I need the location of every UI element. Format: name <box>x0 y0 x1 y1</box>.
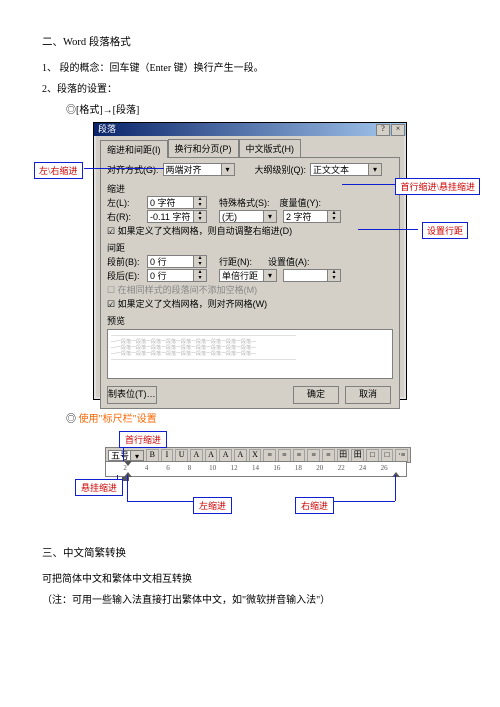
auto-right-indent-checkbox[interactable]: 如果定义了文档网格，则自动调整右缩进(D) <box>107 224 292 237</box>
callout-first-hang-indent: 首行缩进\悬挂缩进 <box>395 178 480 195</box>
special-select[interactable]: (无)▾ <box>219 210 277 223</box>
preview-label: 预览 <box>107 314 393 327</box>
tab-chinese-layout[interactable]: 中文版式(H) <box>239 139 302 157</box>
ruler-tick: 20 <box>316 464 323 472</box>
after-spin[interactable]: 0 行 ▴▾ <box>147 269 207 282</box>
section-2-heading: 二、Word 段落格式 <box>42 34 458 49</box>
font-button[interactable]: A <box>205 449 218 462</box>
ruler-screenshot: 五号▾ B I U A A A A X ≡ ≡ ≡ ≡ ≡ 田 田 □ □ ·≡… <box>75 431 425 521</box>
spacing-group-label: 间距 <box>107 241 393 254</box>
first-line-indent-marker[interactable] <box>124 461 132 466</box>
ok-button[interactable]: 确定 <box>293 386 339 404</box>
dialog-titlebar: 段落 ? × <box>94 123 406 136</box>
spinner-icon: ▴▾ <box>193 211 206 222</box>
chevron-down-icon: ▾ <box>263 211 276 222</box>
chevron-down-icon: ▾ <box>368 164 381 175</box>
font-size-select[interactable]: 五号▾ <box>108 450 144 461</box>
tabs-button[interactable]: 制表位(T)… <box>107 386 157 404</box>
section-3-heading: 三、中文简繁转换 <box>42 545 458 560</box>
right-indent-marker[interactable] <box>392 472 400 477</box>
callout-line-spacing: 设置行距 <box>422 222 468 239</box>
callout-first-line-indent: 首行缩进 <box>119 431 167 448</box>
outline-label: 大纲级别(Q): <box>255 163 307 176</box>
convert-desc: 可把简体中文和繁体中文相互转换 <box>42 570 458 585</box>
setat-label: 设置值(A): <box>268 255 310 268</box>
settings-line: 2、段落的设置： <box>42 80 458 95</box>
dialog-title: 段落 <box>98 124 116 134</box>
before-spin[interactable]: 0 行 ▴▾ <box>147 255 207 268</box>
align-to-grid-checkbox[interactable]: 如果定义了文档网格，则对齐网格(W) <box>107 297 267 310</box>
tab-indent-spacing[interactable]: 缩进和间距(I) <box>100 140 168 158</box>
convert-note: （注：可用一些输入法直接打出繁体中文，如"微软拼音输入法"） <box>42 591 458 606</box>
spinner-icon: ▴▾ <box>193 197 206 208</box>
chevron-down-icon: ▾ <box>221 164 234 175</box>
align-right-button[interactable]: ≡ <box>293 449 306 462</box>
ruler-tick: 14 <box>252 464 259 472</box>
strike-button[interactable]: X <box>249 449 262 462</box>
ruler-tick: 4 <box>145 464 149 472</box>
right-indent-spin[interactable]: -0.11 字符 ▴▾ <box>147 210 207 223</box>
paragraph-dialog-screenshot: 段落 ? × 缩进和间距(I) 换行和分页(P) 中文版式(H) 对齐方式(G)… <box>93 122 407 400</box>
no-space-same-style-checkbox[interactable]: 在相同样式的段落间不添加空格(M) <box>107 283 257 296</box>
bullet-ruler-setting: ◎ 使用"标尺栏"设置 <box>66 410 458 425</box>
fontcolor-button[interactable]: □ <box>381 449 394 462</box>
ruler-tick: 18 <box>295 464 302 472</box>
ruler-tick: 16 <box>273 464 280 472</box>
left-indent-label: 左(L): <box>107 196 147 209</box>
bold-button[interactable]: B <box>146 449 159 462</box>
align-left-button[interactable]: ≡ <box>263 449 276 462</box>
ruler-tick: 6 <box>166 464 170 472</box>
setat-spin[interactable]: ▴▾ <box>283 269 341 282</box>
spinner-icon: ▴▾ <box>193 256 206 267</box>
align-justify-button[interactable]: ≡ <box>307 449 320 462</box>
measure-label: 度量值(Y): <box>280 196 322 209</box>
ruler-tick: 24 <box>359 464 366 472</box>
alignment-select[interactable]: 两端对齐▾ <box>163 163 235 176</box>
underline-button[interactable]: U <box>175 449 188 462</box>
preview-box: ————————————————————————————————————— —一… <box>107 329 393 379</box>
list-button[interactable]: ·≡ <box>395 449 408 462</box>
chevron-down-icon: ▾ <box>130 451 143 460</box>
measure-spin[interactable]: 2 字符 ▴▾ <box>283 210 341 223</box>
border-button[interactable]: 田 <box>351 449 364 462</box>
close-icon[interactable]: × <box>391 124 405 136</box>
ruler-tick: 8 <box>188 464 192 472</box>
ruler-tick: 10 <box>209 464 216 472</box>
callout-left-right-indent: 左\右缩进 <box>34 162 83 179</box>
line-spacing-button[interactable]: ≡ <box>322 449 335 462</box>
ruler-tick: 26 <box>381 464 388 472</box>
font-button[interactable]: A <box>219 449 232 462</box>
callout-right-indent: 右缩进 <box>295 497 334 514</box>
highlight-button[interactable]: □ <box>366 449 379 462</box>
special-label: 特殊格式(S): <box>219 196 270 209</box>
italic-button[interactable]: I <box>161 449 174 462</box>
font-button[interactable]: A <box>190 449 203 462</box>
bullet-format-paragraph: ◎[格式]→[段落] <box>66 101 458 116</box>
align-center-button[interactable]: ≡ <box>278 449 291 462</box>
callout-hanging-indent: 悬挂缩进 <box>75 479 123 496</box>
alignment-label: 对齐方式(G): <box>107 163 159 176</box>
right-indent-label: 右(R): <box>107 210 147 223</box>
linespacing-label: 行距(N): <box>219 255 252 268</box>
linespacing-select[interactable]: 单倍行距▾ <box>219 269 277 282</box>
spinner-icon: ▴▾ <box>193 270 206 281</box>
outline-select[interactable]: 正文文本▾ <box>310 163 382 176</box>
spinner-icon: ▴▾ <box>327 211 340 222</box>
callout-left-indent: 左缩进 <box>193 497 232 514</box>
ruler-tick: 22 <box>338 464 345 472</box>
ruler[interactable]: 2468101214161820222426 <box>105 461 407 477</box>
tab-line-page-break[interactable]: 换行和分页(P) <box>168 139 239 157</box>
concept-line: 1、 段的概念：回车键（Enter 键）换行产生一段。 <box>42 59 458 74</box>
border-button[interactable]: 田 <box>337 449 350 462</box>
help-icon[interactable]: ? <box>376 124 390 136</box>
spinner-icon: ▴▾ <box>327 270 340 281</box>
left-indent-spin[interactable]: 0 字符 ▴▾ <box>147 196 207 209</box>
font-button[interactable]: A <box>234 449 247 462</box>
cancel-button[interactable]: 取消 <box>345 386 391 404</box>
chevron-down-icon: ▾ <box>263 270 276 281</box>
ruler-tick: 12 <box>231 464 238 472</box>
after-label: 段后(E): <box>107 269 147 282</box>
before-label: 段前(B): <box>107 255 147 268</box>
